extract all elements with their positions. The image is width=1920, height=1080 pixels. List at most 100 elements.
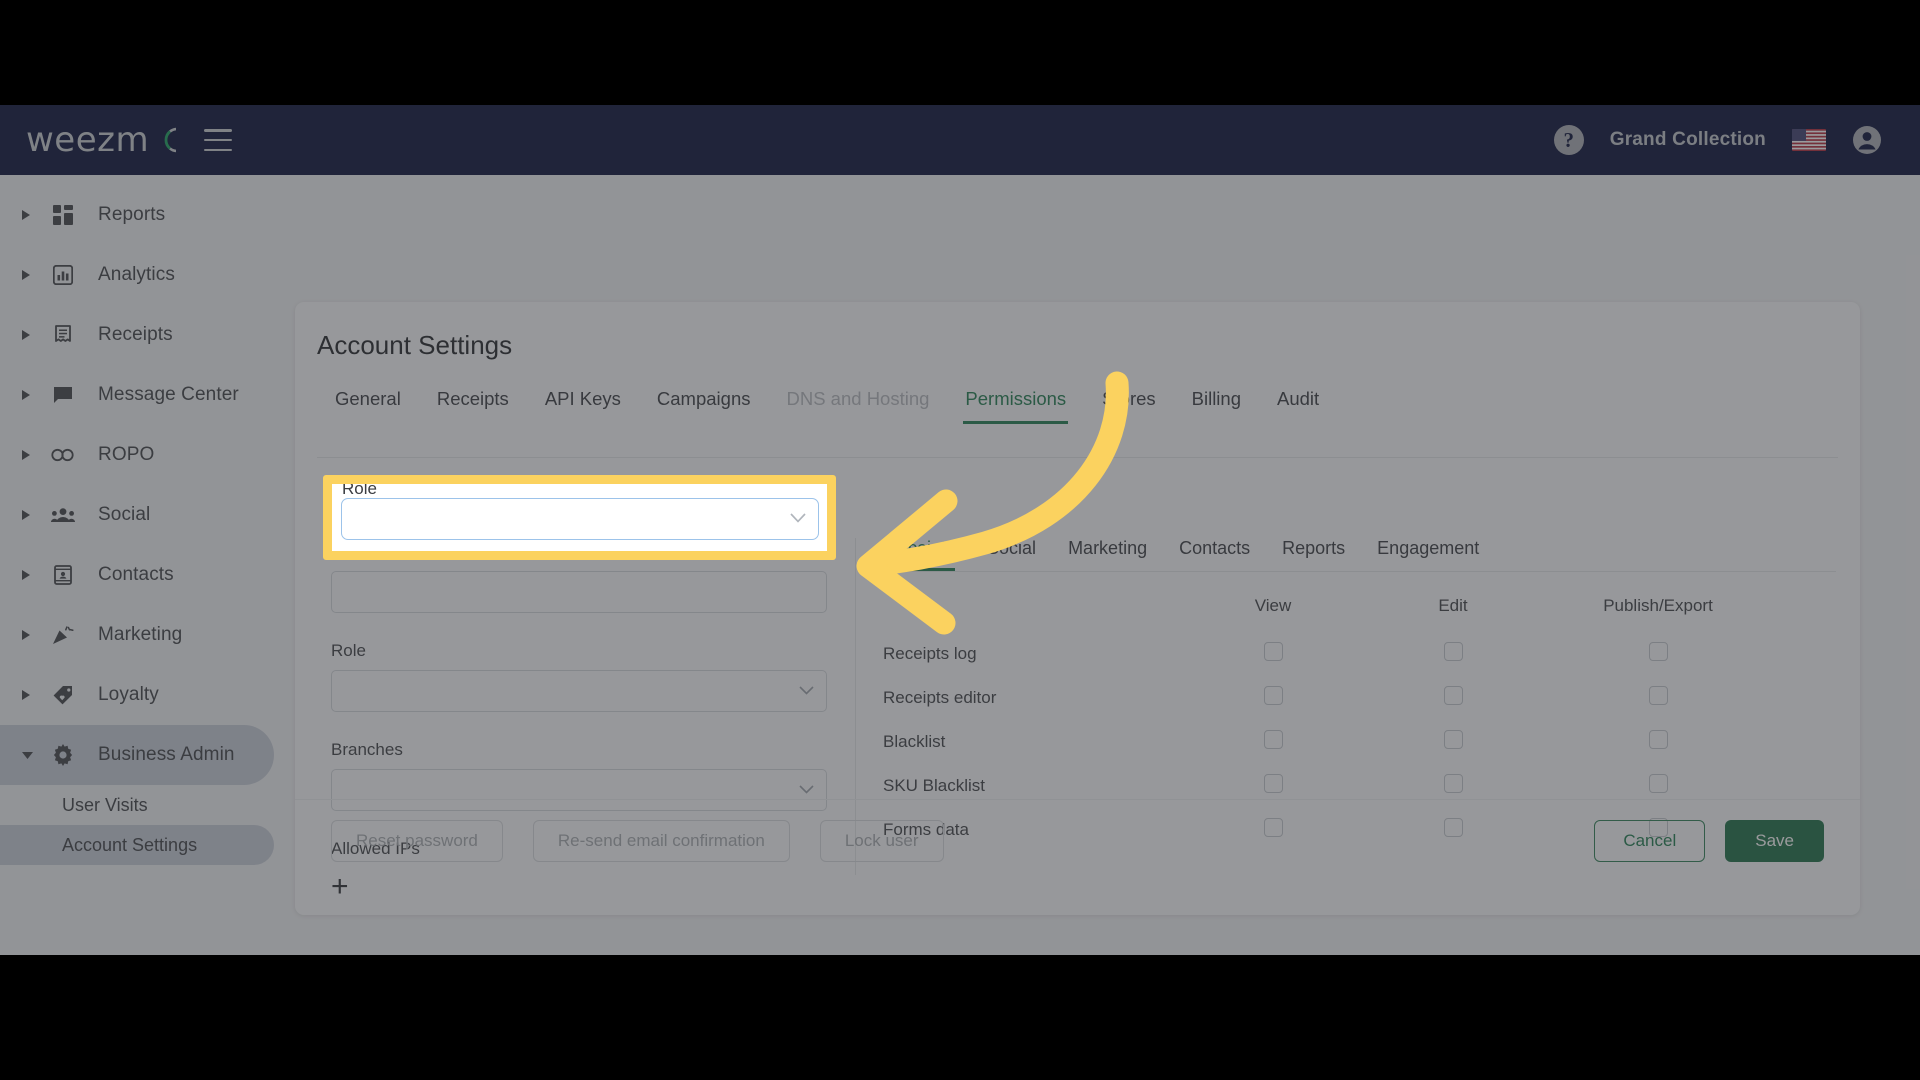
dashboard-grid-icon [50, 205, 76, 225]
checkbox-receipts-editor-edit[interactable] [1443, 686, 1463, 705]
sidebar-item-social[interactable]: Social [0, 485, 296, 545]
tab-audit[interactable]: Audit [1259, 388, 1337, 424]
tab-dns-and-hosting: DNS and Hosting [786, 388, 930, 409]
app-viewport: weezm ? Grand Collection Reports Analyti… [0, 105, 1920, 955]
chat-bubble-icon [50, 386, 76, 404]
tab-receipts[interactable]: Receipts [419, 388, 527, 424]
permissions-table: View Edit Publish/Export Receipts log Re… [883, 596, 1836, 852]
chevron-down-icon [799, 682, 814, 700]
email-field[interactable] [331, 571, 827, 613]
table-row: Blacklist [883, 720, 1836, 764]
sidebar-item-ropo[interactable]: ROPO [0, 425, 296, 485]
tag-heart-icon [50, 685, 76, 705]
sidebar-item-analytics[interactable]: Analytics [0, 245, 296, 305]
header-right-group: ? Grand Collection [1553, 125, 1882, 155]
perm-row-label-receipts-editor: Receipts editor [883, 688, 997, 707]
chevron-down-icon [799, 781, 814, 799]
add-allowed-ip-button[interactable]: + [331, 872, 349, 902]
cancel-button[interactable]: Cancel [1594, 820, 1706, 862]
branches-label: Branches [331, 740, 403, 759]
role-select[interactable] [331, 670, 827, 712]
page-title: Account Settings [317, 330, 513, 360]
checkbox-receipts-log-publish[interactable] [1648, 642, 1668, 661]
checkbox-receipts-log-edit[interactable] [1443, 642, 1463, 661]
checkbox-forms-data-view[interactable] [1263, 818, 1283, 837]
sidebar-item-message-center[interactable]: Message Center [0, 365, 296, 425]
help-question-icon[interactable]: ? [1553, 125, 1584, 155]
sidebar-item-marketing[interactable]: Marketing [0, 605, 296, 665]
tab-divider [317, 457, 1838, 458]
tab-stores[interactable]: Stores [1084, 388, 1173, 424]
bar-chart-icon [50, 265, 76, 285]
hamburger-menu-icon[interactable] [204, 129, 233, 151]
tab-general[interactable]: General [317, 388, 419, 424]
perm-tab-receipts[interactable]: Receipts [883, 538, 971, 571]
sidebar-label: Loyalty [98, 684, 159, 705]
sidebar-item-business-admin[interactable]: Business Admin [0, 725, 274, 785]
chevron-right-icon [22, 390, 36, 400]
perm-tab-reports[interactable]: Reports [1266, 538, 1361, 571]
permissions-panel: Receipts Social Marketing Contacts Repor… [883, 538, 1836, 852]
checkbox-blacklist-edit[interactable] [1443, 730, 1463, 749]
tab-permissions[interactable]: Permissions [947, 388, 1084, 424]
checkbox-sku-blacklist-view[interactable] [1263, 774, 1283, 793]
role-field-highlight: Role [323, 475, 836, 560]
perm-tab-contacts[interactable]: Contacts [1163, 538, 1266, 571]
sidebar-item-loyalty[interactable]: Loyalty [0, 665, 296, 725]
us-flag-icon[interactable] [1792, 129, 1826, 151]
perm-tab-social[interactable]: Social [971, 538, 1052, 571]
sidebar-subitem-account-settings[interactable]: Account Settings [0, 825, 274, 865]
account-avatar-icon[interactable] [1852, 125, 1882, 155]
save-button[interactable]: Save [1725, 820, 1824, 862]
column-header-view: View [1254, 596, 1292, 615]
checkbox-receipts-log-view[interactable] [1263, 642, 1283, 661]
checkbox-sku-blacklist-publish[interactable] [1648, 774, 1668, 793]
sidebar-item-receipts[interactable]: Receipts [0, 305, 296, 365]
tab-api-keys[interactable]: API Keys [527, 388, 639, 424]
checkbox-blacklist-view[interactable] [1263, 730, 1283, 749]
column-header-edit: Edit [1438, 596, 1468, 615]
infinity-icon [50, 448, 76, 462]
account-settings-card: Account Settings General Receipts API Ke… [295, 302, 1860, 915]
sidebar-label: Social [98, 504, 151, 525]
logo-text: weezm [26, 120, 150, 160]
table-row: Receipts log [883, 632, 1836, 676]
chevron-right-icon [22, 570, 36, 580]
perm-row-label-receipts-log: Receipts log [883, 644, 977, 663]
letterbox-top [0, 0, 1920, 105]
sidebar-label: Contacts [98, 564, 174, 585]
sidebar-item-reports[interactable]: Reports [0, 185, 296, 245]
reset-password-button: Reset password [331, 820, 503, 862]
weezmo-logo[interactable]: weezm [26, 120, 177, 160]
sidebar-sublabel: Account Settings [62, 834, 198, 855]
column-header-spacer [1773, 596, 1836, 632]
sidebar-item-contacts[interactable]: Contacts [0, 545, 296, 605]
checkbox-sku-blacklist-edit[interactable] [1443, 774, 1463, 793]
checkbox-forms-data-edit[interactable] [1443, 818, 1463, 837]
branches-select[interactable] [331, 769, 827, 811]
checkbox-receipts-editor-view[interactable] [1263, 686, 1283, 705]
resend-email-confirmation-button: Re-send email confirmation [532, 820, 790, 862]
settings-tab-bar: General Receipts API Keys Campaigns DNS … [317, 388, 1337, 424]
sidebar-label: Analytics [98, 264, 175, 285]
checkbox-receipts-editor-publish[interactable] [1648, 686, 1668, 705]
sidebar-subitem-user-visits[interactable]: User Visits [0, 785, 274, 825]
receipt-icon [50, 325, 76, 345]
column-header-publish: Publish/Export [1603, 596, 1713, 615]
table-row: SKU Blacklist [883, 764, 1836, 808]
tab-billing[interactable]: Billing [1174, 388, 1259, 424]
role-select-highlighted[interactable] [341, 498, 819, 540]
tab-campaigns[interactable]: Campaigns [639, 388, 769, 424]
perm-tab-engagement[interactable]: Engagement [1361, 538, 1495, 571]
footer-action-group-right: Cancel Save [1594, 820, 1824, 862]
people-group-icon [50, 507, 76, 523]
checkbox-blacklist-publish[interactable] [1648, 730, 1668, 749]
role-label-highlighted: Role [342, 479, 377, 498]
permission-tab-bar: Receipts Social Marketing Contacts Repor… [883, 538, 1836, 571]
column-header-blank [883, 596, 1183, 632]
perm-tab-marketing[interactable]: Marketing [1052, 538, 1163, 571]
table-row: Receipts editor [883, 676, 1836, 720]
weezmo-circle-logo [150, 127, 177, 153]
table-header-row: View Edit Publish/Export [883, 596, 1836, 632]
chevron-right-icon [22, 270, 36, 280]
